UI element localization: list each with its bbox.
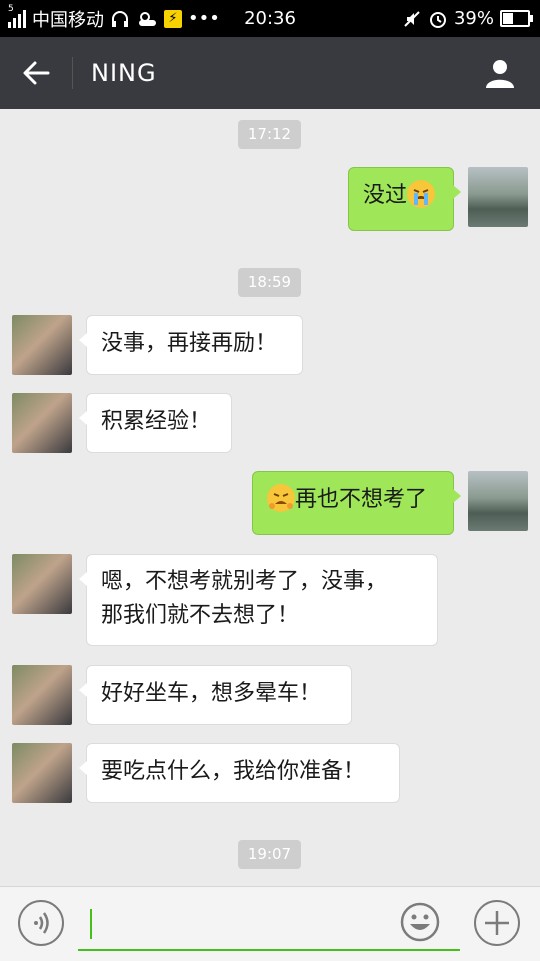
carrier-name: 中国移动 (32, 9, 104, 31)
weary-face-emoji (267, 484, 295, 512)
weather-icon (139, 11, 156, 26)
contact-avatar[interactable] (12, 743, 72, 803)
incoming-message[interactable]: 好好坐车，想多晕车！ (79, 665, 352, 725)
crying-face-emoji (407, 180, 436, 208)
outgoing-message[interactable]: 没过 (348, 167, 461, 231)
chat-header: NING (0, 37, 540, 109)
outgoing-message[interactable]: 再也不想考了 (252, 471, 461, 535)
message-list[interactable]: 17:12 没过 18:59 没事，再接再励！ 积累经验！ 再也不想考了 嗯，不… (0, 109, 540, 886)
message-text: 没事，再接再励！ (101, 331, 278, 356)
contact-avatar[interactable] (12, 554, 72, 614)
my-avatar[interactable] (468, 167, 528, 227)
timestamp: 17:12 (238, 120, 301, 149)
plus-icon[interactable] (474, 900, 520, 946)
smiley-icon[interactable] (400, 902, 440, 942)
timestamp: 18:59 (238, 268, 301, 297)
message-text: 好好坐车，想多晕车！ (101, 681, 322, 706)
arrow-left-icon[interactable] (18, 55, 54, 91)
header-divider (72, 57, 73, 89)
voice-icon[interactable] (18, 900, 64, 946)
more-notifications: ••• (188, 8, 220, 29)
message-text-line: 那我们就不去想了！ (101, 603, 300, 628)
input-bar (0, 886, 540, 961)
network-type: 5 (8, 3, 14, 14)
contact-avatar[interactable] (12, 393, 72, 453)
message-text: 积累经验！ (101, 409, 212, 434)
message-text-line: 嗯，不想考就别考了，没事， (101, 569, 388, 594)
mute-icon (404, 10, 420, 27)
status-bar: 5 中国移动 ⚡ ••• 20:36 39% (0, 0, 540, 37)
chat-title: NING (91, 59, 157, 87)
incoming-message[interactable]: 要吃点什么，我给你准备！ (79, 743, 400, 803)
clock: 20:36 (244, 8, 296, 29)
message-text: 没过 (363, 183, 408, 208)
timestamp: 19:07 (238, 840, 301, 869)
message-text: 再也不想考了 (295, 487, 428, 512)
incoming-message[interactable]: 没事，再接再励！ (79, 315, 303, 375)
storm-warning-icon: ⚡ (164, 9, 182, 28)
message-text: 要吃点什么，我给你准备！ (101, 759, 366, 784)
battery-percent: 39% (453, 8, 494, 29)
alarm-icon (429, 11, 446, 28)
battery-icon (500, 10, 533, 27)
headphones-icon (112, 10, 128, 27)
contact-avatar[interactable] (12, 315, 72, 375)
contact-avatar[interactable] (12, 665, 72, 725)
person-icon[interactable] (482, 55, 518, 91)
incoming-message[interactable]: 积累经验！ (79, 393, 232, 453)
my-avatar[interactable] (468, 471, 528, 531)
signal-icon: 5 (8, 4, 26, 28)
incoming-message[interactable]: 嗯，不想考就别考了，没事， 那我们就不去想了！ (79, 554, 438, 646)
text-caret (90, 909, 92, 939)
